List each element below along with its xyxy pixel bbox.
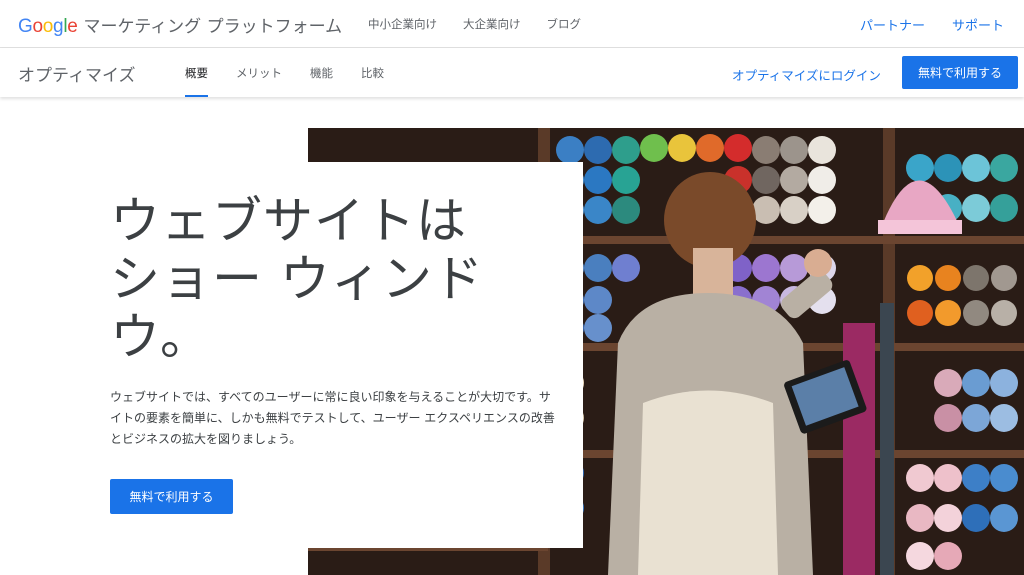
top-nav: Google マーケティング プラットフォーム 中小企業向け 大企業向け ブログ… [0,0,1024,48]
nav-link-enterprise[interactable]: 大企業向け [463,16,521,32]
product-suite-name: マーケティング プラットフォーム [83,17,343,37]
headline-line-1: ウェブサイトは [110,192,467,250]
login-link[interactable]: オプティマイズにログイン [732,65,881,84]
hero-description: ウェブサイトでは、すべてのユーザーに常に良い印象を与えることが大切です。サイトの… [110,390,555,446]
google-wordmark: Google [18,16,78,37]
google-marketing-platform-logo[interactable]: Google マーケティング プラットフォーム [18,12,342,38]
nav-link-partners[interactable]: パートナー [860,15,925,34]
free-start-button-header[interactable]: 無料で利用する [902,56,1018,89]
headline-line-3: ウ。 [110,308,211,366]
tab-overview[interactable]: 概要 [185,48,208,97]
headline-line-2: ショー ウィンド [110,250,484,308]
tab-benefits[interactable]: メリット [236,48,282,97]
product-sub-nav: オプティマイズ 概要 メリット 機能 比較 オプティマイズにログイン 無料で利用… [0,48,1024,97]
nav-link-blog[interactable]: ブログ [547,16,582,32]
nav-link-support[interactable]: サポート [952,15,1004,34]
tab-features[interactable]: 機能 [310,48,333,97]
tab-compare[interactable]: 比較 [361,48,384,97]
sub-nav-tabs: 概要 メリット 機能 比較 [185,48,412,97]
nav-link-small-business[interactable]: 中小企業向け [368,16,437,32]
free-start-button-hero[interactable]: 無料で利用する [110,479,233,514]
top-nav-right: パートナー サポート [860,15,1004,34]
product-title[interactable]: オプティマイズ [18,61,135,86]
top-nav-links: 中小企業向け 大企業向け ブログ [368,16,581,32]
hero-headline: ウェブサイトは ショー ウィンド ウ。 [110,192,550,366]
